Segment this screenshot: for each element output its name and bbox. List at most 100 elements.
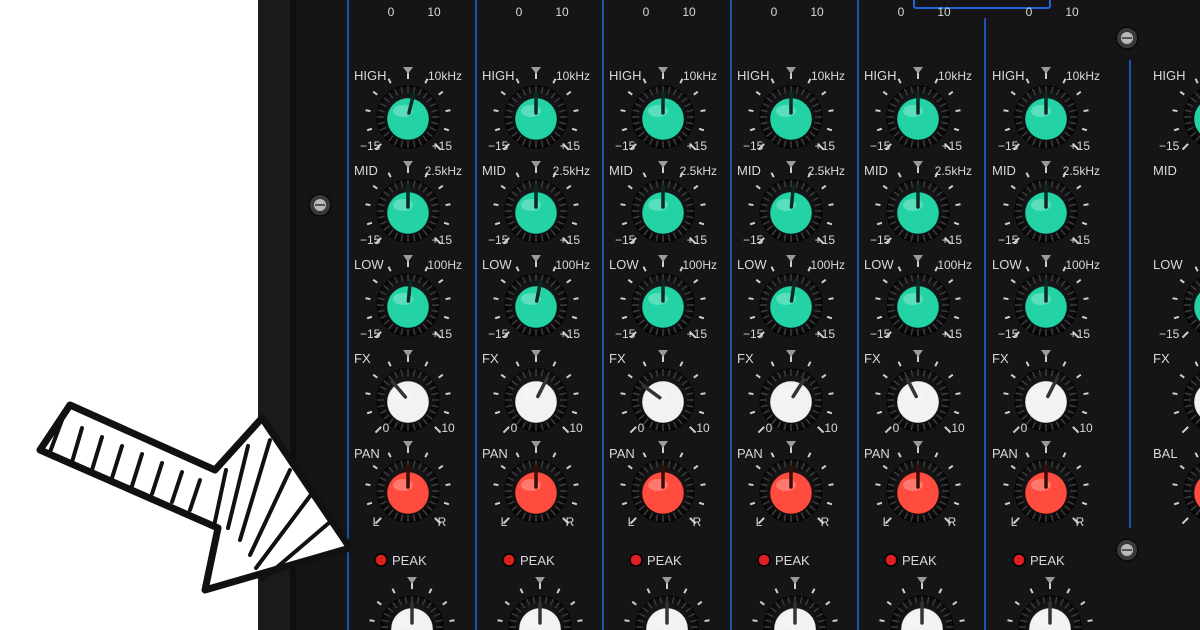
eq-min-label: −15 bbox=[743, 327, 764, 341]
eq-low-freq-label: 100Hz bbox=[810, 258, 845, 272]
eq-min-label: −15 bbox=[870, 327, 891, 341]
eq-min-label: −15 bbox=[743, 139, 764, 153]
eq-max-label: +15 bbox=[687, 139, 708, 153]
eq-low-label: LOW bbox=[1153, 257, 1183, 272]
screw-icon bbox=[1115, 538, 1139, 562]
eq-max-label: +15 bbox=[432, 233, 453, 247]
eq-low-label: LOW bbox=[864, 257, 894, 272]
eq-low-label: LOW bbox=[354, 257, 384, 272]
eq-low-label: LOW bbox=[609, 257, 639, 272]
peak-label: PEAK bbox=[392, 553, 427, 568]
eq-high-freq-label: 10kHz bbox=[811, 69, 845, 83]
eq-max-label: +15 bbox=[815, 139, 836, 153]
eq-high-label: HIGH bbox=[1153, 68, 1186, 83]
eq-mid-label: MID bbox=[737, 163, 761, 178]
eq-min-label: −15 bbox=[998, 233, 1019, 247]
eq-high-freq-label: 10kHz bbox=[938, 69, 972, 83]
eq-min-label: −15 bbox=[488, 233, 509, 247]
eq-max-label: +15 bbox=[815, 233, 836, 247]
eq-high-label: HIGH bbox=[992, 68, 1025, 83]
fx-min-label: 0 bbox=[1021, 421, 1028, 435]
balance-label: BAL bbox=[1153, 446, 1178, 461]
fx-label: FX bbox=[354, 351, 371, 366]
scale-min-label: 0 bbox=[1026, 5, 1033, 19]
eq-mid-label: MID bbox=[354, 163, 378, 178]
pan-left-label: L bbox=[501, 515, 508, 529]
peak-led bbox=[1012, 553, 1026, 567]
eq-min-label: −15 bbox=[870, 233, 891, 247]
scale-max-label: 10 bbox=[682, 5, 696, 19]
pan-right-label: R bbox=[693, 515, 702, 529]
eq-min-label: −15 bbox=[360, 233, 381, 247]
fx-max-label: 10 bbox=[1079, 421, 1093, 435]
eq-min-label: −15 bbox=[1159, 327, 1180, 341]
fx-min-label: 0 bbox=[638, 421, 645, 435]
pan-right-label: R bbox=[1076, 515, 1085, 529]
fx-max-label: 10 bbox=[441, 421, 455, 435]
eq-high-freq-label: 10kHz bbox=[556, 69, 590, 83]
mixer-panel: 0 10HIGH 10kHz−15 +15MID 2.5kHz−15 +15LOW 100H… bbox=[36, 0, 1200, 630]
eq-min-label: −15 bbox=[360, 327, 381, 341]
eq-high-freq-label: 10kHz bbox=[1066, 69, 1100, 83]
eq-min-label: −15 bbox=[488, 139, 509, 153]
peak-label: PEAK bbox=[1030, 553, 1065, 568]
scale-max-label: 10 bbox=[810, 5, 824, 19]
peak-label: PEAK bbox=[647, 553, 682, 568]
fx-label: FX bbox=[864, 351, 881, 366]
pan-left-label: L bbox=[1011, 515, 1018, 529]
scale-min-label: 0 bbox=[516, 5, 523, 19]
scale-min-label: 0 bbox=[388, 5, 395, 19]
peak-led bbox=[629, 553, 643, 567]
scale-max-label: 10 bbox=[1065, 5, 1079, 19]
fx-max-label: 10 bbox=[824, 421, 838, 435]
eq-max-label: +15 bbox=[687, 327, 708, 341]
eq-mid-freq-label: 2.5kHz bbox=[808, 164, 845, 178]
eq-high-label: HIGH bbox=[482, 68, 515, 83]
eq-max-label: +15 bbox=[560, 139, 581, 153]
eq-mid-freq-label: 2.5kHz bbox=[680, 164, 717, 178]
eq-mid-freq-label: 2.5kHz bbox=[425, 164, 462, 178]
eq-mid-freq-label: 2.5kHz bbox=[935, 164, 972, 178]
pan-label: PAN bbox=[482, 446, 508, 461]
pan-right-label: R bbox=[438, 515, 447, 529]
eq-min-label: −15 bbox=[615, 139, 636, 153]
eq-min-label: −15 bbox=[1159, 139, 1180, 153]
fx-label: FX bbox=[482, 351, 499, 366]
eq-max-label: +15 bbox=[560, 327, 581, 341]
pan-label: PAN bbox=[992, 446, 1018, 461]
peak-label: PEAK bbox=[902, 553, 937, 568]
pan-right-label: R bbox=[821, 515, 830, 529]
pan-right-label: R bbox=[566, 515, 575, 529]
eq-max-label: +15 bbox=[942, 327, 963, 341]
scale-min-label: 0 bbox=[643, 5, 650, 19]
eq-mid-freq-label: 2.5kHz bbox=[1063, 164, 1100, 178]
eq-mid-label: MID bbox=[1153, 163, 1177, 178]
peak-label: PEAK bbox=[520, 553, 555, 568]
fx-min-label: 0 bbox=[766, 421, 773, 435]
eq-max-label: +15 bbox=[687, 233, 708, 247]
eq-mid-label: MID bbox=[482, 163, 506, 178]
eq-mid-label: MID bbox=[609, 163, 633, 178]
pan-left-label: L bbox=[756, 515, 763, 529]
eq-low-label: LOW bbox=[482, 257, 512, 272]
eq-low-freq-label: 100Hz bbox=[682, 258, 717, 272]
eq-max-label: +15 bbox=[1070, 233, 1091, 247]
scale-min-label: 0 bbox=[898, 5, 905, 19]
eq-low-freq-label: 100Hz bbox=[427, 258, 462, 272]
scale-max-label: 10 bbox=[937, 5, 951, 19]
fx-label: FX bbox=[992, 351, 1009, 366]
eq-min-label: −15 bbox=[870, 139, 891, 153]
eq-max-label: +15 bbox=[1070, 327, 1091, 341]
pan-label: PAN bbox=[864, 446, 890, 461]
fx-min-label: 0 bbox=[383, 421, 390, 435]
screw-icon bbox=[308, 193, 332, 217]
pan-label: PAN bbox=[354, 446, 380, 461]
eq-max-label: +15 bbox=[1070, 139, 1091, 153]
fx-max-label: 10 bbox=[951, 421, 965, 435]
eq-low-label: LOW bbox=[737, 257, 767, 272]
eq-mid-label: MID bbox=[864, 163, 888, 178]
eq-max-label: +15 bbox=[815, 327, 836, 341]
eq-high-freq-label: 10kHz bbox=[683, 69, 717, 83]
eq-high-label: HIGH bbox=[864, 68, 897, 83]
eq-low-freq-label: 100Hz bbox=[1065, 258, 1100, 272]
